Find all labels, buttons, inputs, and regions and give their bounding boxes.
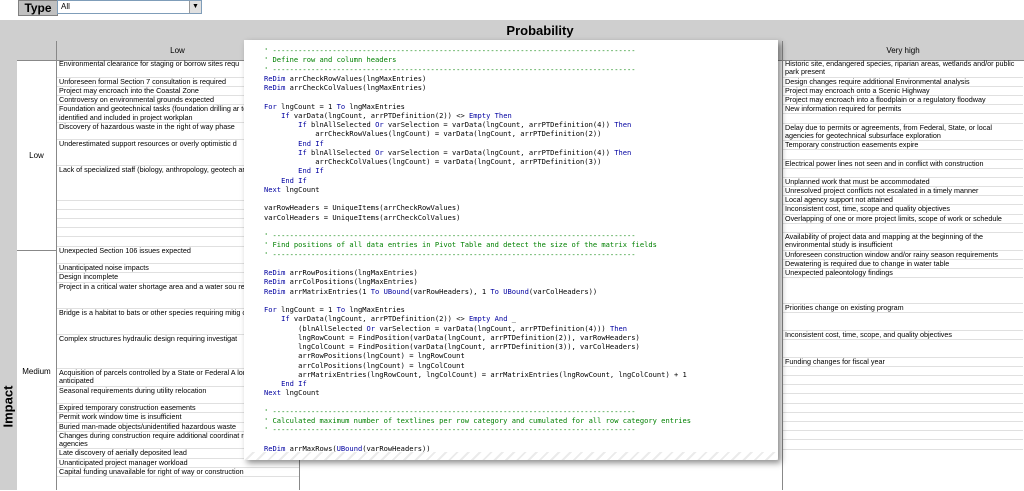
risk-cell[interactable]: Local agency support not attained <box>783 196 1023 206</box>
code-line: ReDim arrRowPositions(lngMaxEntries) <box>264 268 418 277</box>
code-comment-line: ' --------------------------------------… <box>264 231 636 240</box>
chevron-down-icon[interactable]: ▼ <box>189 1 201 13</box>
risk-cell[interactable]: New information required for permits <box>783 105 1023 115</box>
code-line: arrColPositions(lngCount) = lngColCount <box>264 360 465 370</box>
code-line: ReDim arrMatrixEntries(1 To UBound(varRo… <box>264 286 598 296</box>
code-line: arrCheckColValues(lngCount) = varData(ln… <box>264 157 602 166</box>
code-line: arrCheckRowValues(lngCount) = varData(ln… <box>264 129 602 139</box>
code-line: For lngCount = 1 To lngMaxEntries <box>264 305 405 314</box>
risk-cell[interactable]: Unplanned work that must be accommodated <box>783 178 1023 188</box>
code-line: lngColCount = FindPosition(varData(lngCo… <box>264 342 640 351</box>
code-comment-line: ' --------------------------------------… <box>264 64 636 74</box>
risk-cell[interactable]: Unforeseen construction window and/or ra… <box>783 251 1023 260</box>
code-line: (blnAllSelected Or varSelection = varDat… <box>264 323 628 333</box>
corner-cell <box>0 20 56 60</box>
code-comment-line: ' --------------------------------------… <box>264 46 636 55</box>
code-line: Next lngCount <box>264 388 320 398</box>
code-line: arrRowPositions(lngCount) = lngRowCount <box>264 351 465 361</box>
code-line: End If <box>281 379 307 388</box>
code-comment-line: ' --------------------------------------… <box>264 406 636 416</box>
risk-cell[interactable] <box>783 340 1023 358</box>
very-high-probability-cells: Historic site, endangered species, ripar… <box>783 60 1023 450</box>
risk-cell[interactable] <box>783 413 1023 423</box>
risk-cell[interactable]: Design changes require additional Enviro… <box>783 78 1023 87</box>
code-line: arrMatrixEntries(lngRowCount, lngColCoun… <box>264 369 687 379</box>
code-comment-line: ' Find positions of all data entries in … <box>264 240 657 250</box>
code-line: If varData(lngCount, arrPTDefinition(2))… <box>281 314 517 324</box>
risk-cell[interactable]: Inconsistent cost, time, scope, and qual… <box>783 331 1023 341</box>
vba-code-overlay: ' --------------------------------------… <box>244 40 778 460</box>
impact-axis-column: Impact <box>0 60 17 490</box>
code-comment-line: ' --------------------------------------… <box>264 249 636 259</box>
column-header-very-high: Very high <box>782 41 1024 61</box>
type-filter-label: Type <box>18 0 58 16</box>
risk-cell[interactable]: Historic site, endangered species, ripar… <box>783 60 1023 78</box>
code-comment-line: ' Calculated maximum number of textlines… <box>264 416 692 425</box>
risk-cell[interactable]: Availability of project data and mapping… <box>783 233 1023 251</box>
risk-cell[interactable]: Funding changes for fiscal year <box>783 358 1023 367</box>
code-comment-line: ' --------------------------------------… <box>264 425 636 435</box>
risk-cell[interactable]: Delay due to permits or agreements, from… <box>783 124 1023 142</box>
risk-cell[interactable]: Project may encroach into a floodplain o… <box>783 96 1023 106</box>
probability-header: Probability <box>56 20 1024 42</box>
risk-cell[interactable] <box>783 169 1023 178</box>
code-line: If varData(lngCount, arrPTDefinition(2))… <box>281 110 512 120</box>
risk-cell[interactable] <box>783 278 1023 305</box>
code-line: lngRowCount = FindPosition(varData(lngCo… <box>264 332 640 342</box>
type-filter-dropdown[interactable]: All ▼ <box>57 0 202 14</box>
risk-cell[interactable] <box>783 376 1023 386</box>
risk-cell[interactable] <box>783 422 1023 432</box>
risk-cell[interactable]: Inconsistent cost, time, scope and quali… <box>783 205 1023 215</box>
risk-cell[interactable]: Temporary construction easements expire <box>783 141 1023 151</box>
code-line: varColHeaders = UniqueItems(arrCheckColV… <box>264 212 461 222</box>
risk-cell[interactable] <box>783 114 1023 124</box>
code-line: If blnAllSelected Or varSelection = varD… <box>298 147 632 157</box>
risk-cell[interactable] <box>783 385 1023 395</box>
code-line: End If <box>298 138 324 148</box>
code-line: End If <box>281 175 307 185</box>
risk-cell[interactable]: Unexpected paleontology findings <box>783 269 1023 279</box>
code-line: varRowHeaders = UniqueItems(arrCheckRowV… <box>264 203 461 213</box>
torn-edge <box>244 452 778 460</box>
risk-cell[interactable] <box>783 313 1023 331</box>
vba-code-listing: ' --------------------------------------… <box>264 46 764 453</box>
code-line: End If <box>298 166 324 176</box>
row-label-low-text: Low <box>29 151 44 160</box>
filter-row: Type All ▼ <box>0 0 1024 16</box>
risk-cell[interactable] <box>783 150 1023 160</box>
risk-cell[interactable] <box>783 394 1023 404</box>
code-line: If blnAllSelected Or varSelection = varD… <box>298 120 632 129</box>
risk-cell[interactable]: Unresolved project conflicts not escalat… <box>783 187 1023 197</box>
risk-cell[interactable]: Priorities change on existing program <box>783 304 1023 314</box>
risk-cell[interactable] <box>783 431 1023 441</box>
code-line: ReDim arrColPositions(lngMaxEntries) <box>264 277 418 287</box>
row-label-medium: Medium <box>17 250 56 491</box>
type-filter-value: All <box>61 2 70 11</box>
code-line: For lngCount = 1 To lngMaxEntries <box>264 101 405 111</box>
row-label-low: Low <box>17 60 56 251</box>
risk-cell[interactable]: Dewatering is required due to change in … <box>783 260 1023 269</box>
impact-axis-label: Impact <box>0 385 16 428</box>
risk-cell[interactable]: Electrical power lines not seen and in c… <box>783 160 1023 169</box>
code-line: ReDim arrCheckColValues(lngMaxEntries) <box>264 83 427 92</box>
risk-cell[interactable]: Overlapping of one or more project limit… <box>783 215 1023 224</box>
code-line: Next lngCount <box>264 184 320 194</box>
risk-cell[interactable] <box>783 404 1023 413</box>
risk-cell[interactable]: Capital funding unavailable for right of… <box>57 468 299 477</box>
risk-cell[interactable] <box>783 224 1023 233</box>
risk-cell[interactable]: Project may encroach onto a Scenic Highw… <box>783 87 1023 96</box>
risk-cell[interactable] <box>783 367 1023 377</box>
row-label-medium-text: Medium <box>22 367 51 376</box>
code-line: ReDim arrCheckRowValues(lngMaxEntries) <box>264 73 427 83</box>
risk-cell[interactable] <box>783 440 1023 450</box>
code-comment-line: ' Define row and column headers <box>264 55 397 65</box>
